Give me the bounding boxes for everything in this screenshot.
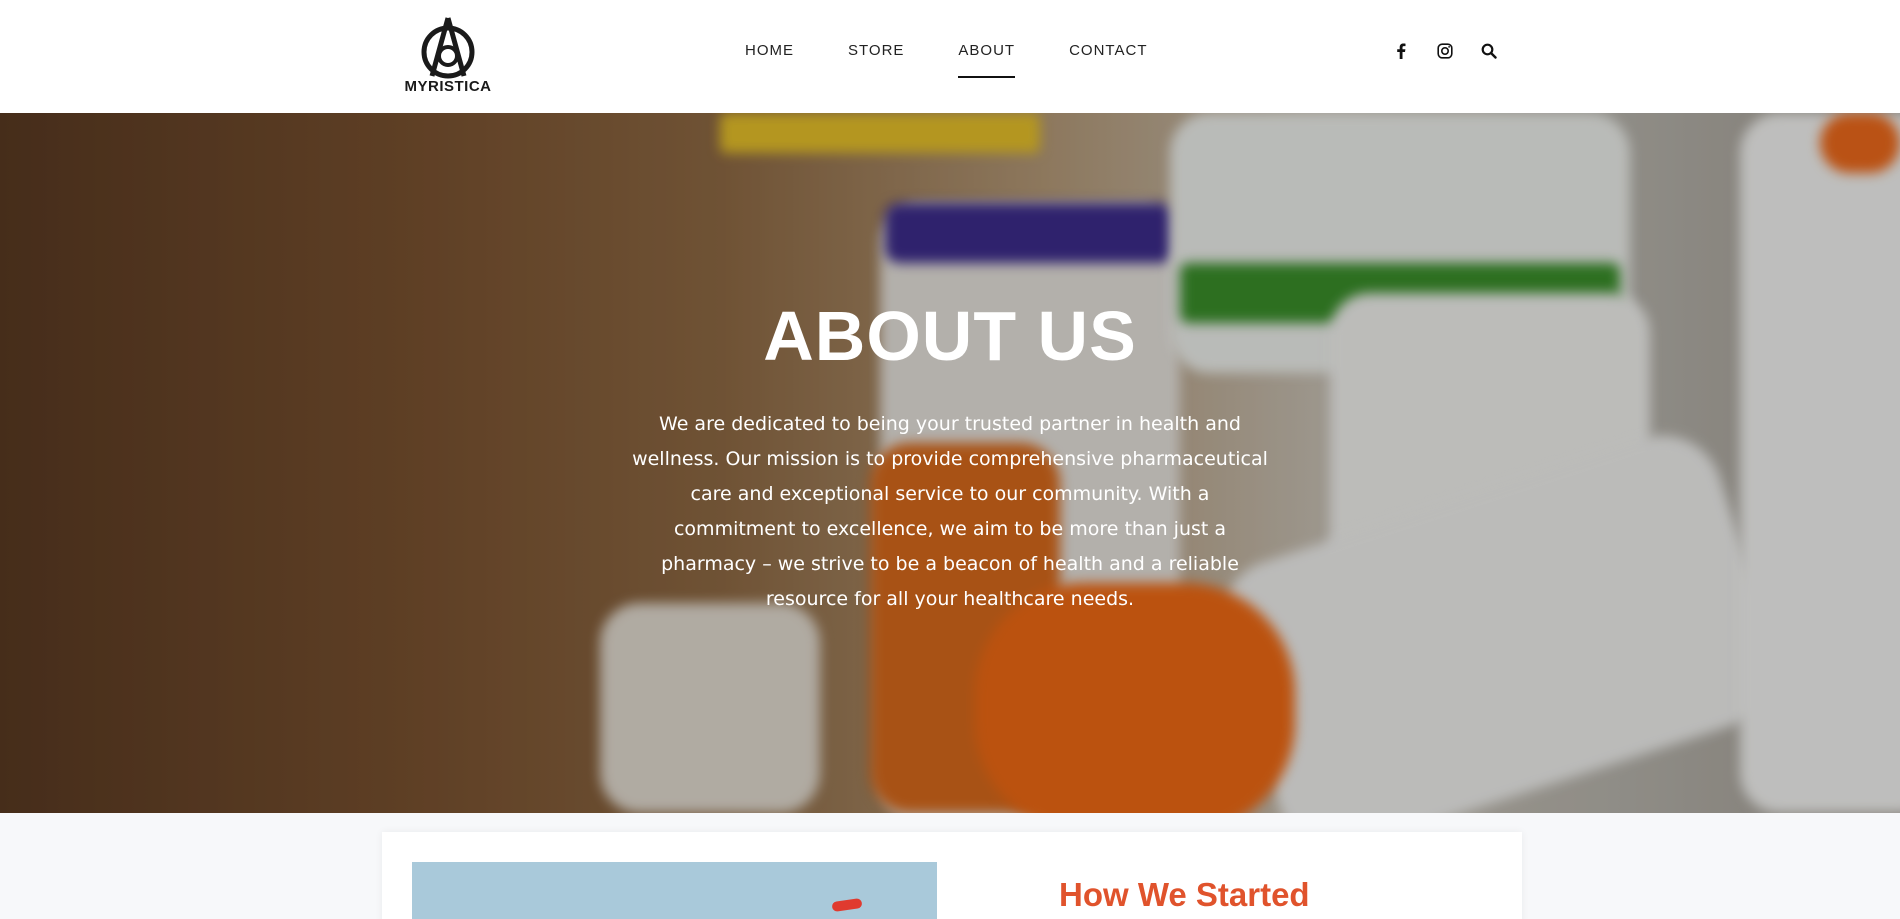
- story-card: How We Started: [382, 832, 1522, 919]
- social-links: [1390, 40, 1500, 62]
- story-image: [412, 862, 937, 919]
- nav-item-about[interactable]: ABOUT: [958, 38, 1015, 78]
- nav-item-contact[interactable]: CONTACT: [1069, 38, 1147, 78]
- site-header: MYRISTICA HOME STORE ABOUT CONTACT: [0, 0, 1900, 113]
- myristica-logo-icon: [421, 17, 475, 79]
- page-title: ABOUT US: [763, 297, 1137, 375]
- main-nav: HOME STORE ABOUT CONTACT: [745, 38, 1201, 78]
- brand-logo[interactable]: MYRISTICA: [400, 16, 496, 98]
- instagram-icon[interactable]: [1434, 40, 1456, 62]
- facebook-icon[interactable]: [1390, 40, 1412, 62]
- hero-description: We are dedicated to being your trusted p…: [632, 413, 1268, 610]
- logo-text: MYRISTICA: [404, 78, 492, 95]
- hero-banner: ABOUT US We are dedicated to being your …: [0, 113, 1900, 813]
- section-title: How We Started: [1059, 876, 1310, 913]
- nav-item-store[interactable]: STORE: [848, 38, 904, 78]
- search-icon[interactable]: [1478, 40, 1500, 62]
- nav-item-home[interactable]: HOME: [745, 38, 794, 78]
- pill-shape: [831, 897, 863, 913]
